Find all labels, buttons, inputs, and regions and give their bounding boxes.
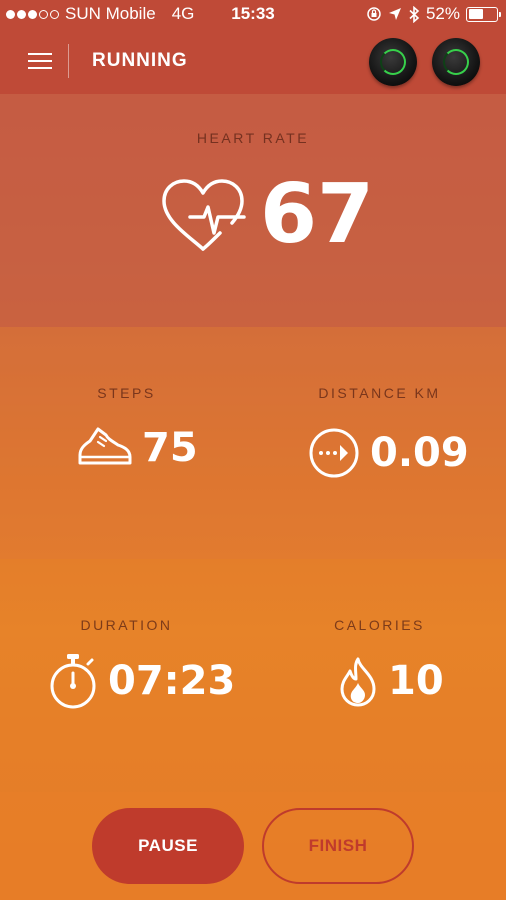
- status-bar: SUN Mobile 4G 15:33 52%: [0, 0, 506, 28]
- steps-value: 75: [142, 425, 198, 471]
- status-right: 52%: [366, 4, 501, 24]
- battery-icon: [466, 6, 501, 22]
- location-arrow-icon: [388, 8, 401, 20]
- heart-pulse-icon: [162, 179, 246, 251]
- stopwatch-icon: [50, 654, 96, 709]
- arrow-circle-icon: [309, 428, 359, 478]
- finish-button[interactable]: FINISH: [262, 808, 414, 884]
- action-bar: [0, 792, 506, 900]
- distance-metric: 0.09: [308, 427, 469, 479]
- heart-rate-metric: 67: [160, 174, 374, 256]
- battery-percent: 52%: [425, 4, 460, 23]
- right-earbud-icon[interactable]: [432, 38, 480, 86]
- duration-metric: 07:23: [48, 652, 235, 710]
- calories-label: CALORIES: [334, 617, 425, 633]
- calories-value: 10: [388, 658, 444, 704]
- steps-distance-section: STEPS DISTANCE KM 75 0.09: [0, 327, 506, 559]
- distance-value: 0.09: [370, 430, 469, 476]
- sneaker-icon: [78, 427, 132, 465]
- flame-icon: [340, 657, 376, 707]
- pause-button[interactable]: PAUSE: [92, 808, 244, 884]
- steps-label: STEPS: [97, 385, 156, 401]
- heart-rate-section: HEART RATE 67: [0, 94, 506, 327]
- nav-bar: RUNNING: [0, 28, 506, 94]
- page-title: RUNNING: [92, 50, 188, 71]
- steps-metric: 75: [76, 425, 198, 471]
- rotation-lock-icon: [367, 7, 381, 21]
- hamburger-icon[interactable]: [28, 50, 52, 70]
- heart-rate-value: 67: [260, 167, 375, 262]
- heart-rate-label: HEART RATE: [196, 130, 310, 146]
- duration-calories-section: DURATION CALORIES 07:23 10: [0, 559, 506, 792]
- bluetooth-icon: [409, 5, 420, 23]
- calories-metric: 10: [338, 655, 444, 707]
- duration-value: 07:23: [108, 658, 236, 704]
- nav-divider: [68, 44, 69, 78]
- left-earbud-icon[interactable]: [369, 38, 417, 86]
- duration-label: DURATION: [80, 617, 173, 633]
- distance-label: DISTANCE KM: [318, 385, 441, 401]
